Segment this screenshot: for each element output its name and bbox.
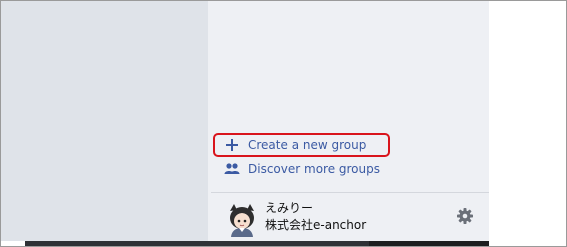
bottom-bar-segment bbox=[369, 241, 489, 246]
highlight-box bbox=[213, 133, 390, 157]
discover-groups-button[interactable]: Discover more groups bbox=[224, 159, 380, 179]
user-name: えみりー bbox=[265, 201, 314, 215]
app-window: Create a new group Discover more groups bbox=[0, 0, 567, 247]
left-pane bbox=[1, 1, 208, 241]
right-pane bbox=[489, 1, 566, 246]
avatar[interactable] bbox=[227, 203, 257, 237]
people-icon bbox=[224, 161, 240, 177]
gear-icon[interactable] bbox=[457, 208, 473, 224]
divider bbox=[211, 192, 489, 193]
discover-groups-label: Discover more groups bbox=[248, 162, 380, 176]
user-organization: 株式会社e-anchor bbox=[265, 218, 367, 232]
